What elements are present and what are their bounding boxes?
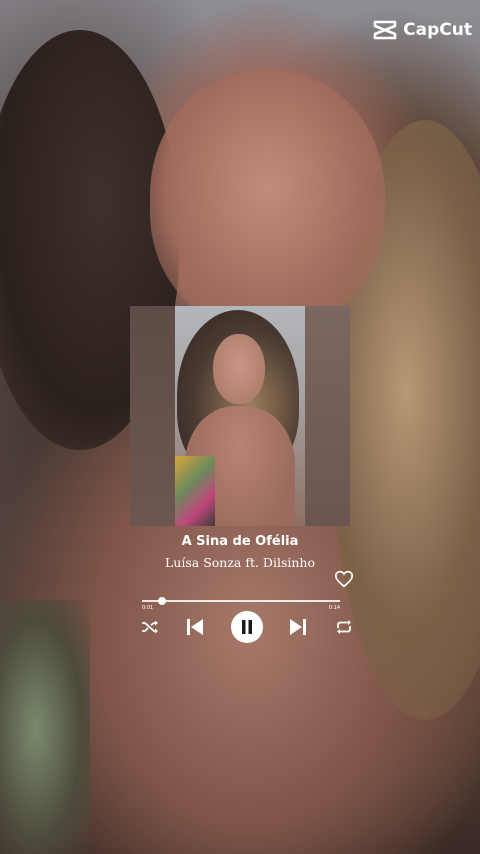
progress-handle[interactable] bbox=[157, 597, 166, 605]
cover-photo-dress bbox=[175, 456, 215, 526]
cover-photo bbox=[175, 306, 305, 526]
skip-next-icon bbox=[290, 619, 306, 635]
playback-controls bbox=[130, 610, 351, 644]
video-frame: CapCut A Sina de Ofélia Luísa Sonza ft. … bbox=[0, 0, 480, 854]
song-title: A Sina de Ofélia bbox=[181, 534, 299, 549]
skip-previous-icon bbox=[187, 619, 203, 635]
background-photo-dress bbox=[0, 600, 90, 854]
pause-button[interactable] bbox=[231, 611, 263, 643]
shuffle-icon bbox=[142, 620, 158, 634]
pause-icon bbox=[242, 620, 252, 634]
cover-right-strip bbox=[305, 306, 350, 526]
shuffle-button[interactable] bbox=[140, 618, 160, 636]
next-button[interactable] bbox=[287, 617, 309, 637]
background-photo-face bbox=[150, 70, 385, 330]
repeat-button[interactable] bbox=[334, 618, 354, 636]
heart-icon[interactable] bbox=[334, 570, 354, 588]
capcut-logo-icon bbox=[373, 20, 397, 40]
cover-photo-face bbox=[213, 334, 265, 404]
previous-button[interactable] bbox=[184, 617, 206, 637]
song-artist: Luísa Sonza ft. Dilsinho bbox=[165, 555, 315, 570]
capcut-logo-text: CapCut bbox=[403, 20, 472, 40]
cover-left-strip bbox=[130, 306, 175, 526]
album-cover bbox=[130, 306, 350, 526]
progress-bar[interactable] bbox=[142, 597, 340, 605]
repeat-icon bbox=[337, 620, 351, 634]
capcut-watermark: CapCut bbox=[373, 20, 472, 40]
